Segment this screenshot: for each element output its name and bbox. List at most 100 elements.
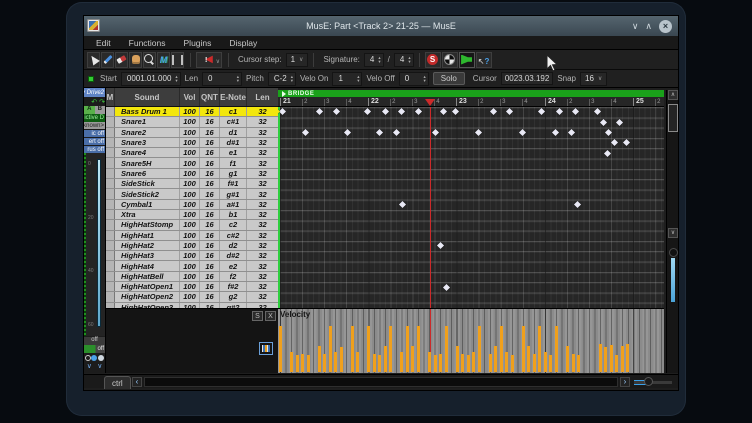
cell-qnt[interactable]: 16: [200, 189, 220, 198]
track-name-button[interactable]: Dry Drive2: [84, 88, 105, 97]
velocity-bar[interactable]: [494, 346, 497, 372]
velocity-bar[interactable]: [290, 352, 293, 372]
cell-vol[interactable]: 100: [180, 148, 200, 157]
drum-note[interactable]: [437, 242, 444, 249]
cell-len[interactable]: 32: [247, 292, 278, 301]
start-field[interactable]: 0001.01.000▴▾: [121, 72, 181, 86]
cell-len[interactable]: 32: [247, 210, 278, 219]
cell-vol[interactable]: 100: [180, 107, 200, 116]
column-mute[interactable]: M: [106, 88, 115, 106]
snap-select[interactable]: 16∨: [580, 72, 607, 86]
send-toggle[interactable]: ic off: [84, 130, 105, 137]
drum-row[interactable]: SideStick210016g#132: [106, 189, 278, 199]
drum-row[interactable]: Snare5H10016f132: [106, 158, 278, 168]
cell-enote[interactable]: d2: [220, 241, 247, 250]
velocity-bar[interactable]: [318, 346, 321, 372]
drum-note[interactable]: [316, 108, 323, 115]
velocity-bar[interactable]: [566, 346, 569, 372]
cell-vol[interactable]: 100: [180, 128, 200, 137]
cell-len[interactable]: 32: [247, 189, 278, 198]
cell-m[interactable]: [106, 272, 115, 281]
cell-enote[interactable]: e1: [220, 148, 247, 157]
velocity-bar[interactable]: [577, 355, 580, 372]
cell-enote[interactable]: f#1: [220, 179, 247, 188]
drum-note[interactable]: [279, 108, 286, 115]
cell-qnt[interactable]: 16: [200, 231, 220, 240]
pan-control[interactable]: off: [84, 345, 105, 353]
vertical-scrollbar[interactable]: ∧ ∨: [666, 90, 678, 373]
cell-qnt[interactable]: 16: [200, 138, 220, 147]
velocity-bar[interactable]: [445, 326, 448, 372]
cell-len[interactable]: 32: [247, 220, 278, 229]
velocity-bar[interactable]: [461, 354, 464, 372]
cell-enote[interactable]: d1: [220, 128, 247, 137]
velocity-bar[interactable]: [604, 347, 607, 372]
cell-enote[interactable]: a#1: [220, 200, 247, 209]
drum-row[interactable]: Snare310016d#132: [106, 138, 278, 148]
drum-row[interactable]: Snare110016c#132: [106, 117, 278, 127]
send-toggle[interactable]: ert off: [84, 138, 105, 145]
cell-qnt[interactable]: 16: [200, 292, 220, 301]
speaker-button[interactable]: [459, 52, 475, 68]
bank-field[interactable]: <unknown>: [84, 122, 105, 129]
rollup-button[interactable]: ∧: [645, 22, 652, 31]
pitch-field[interactable]: C-2▴▾: [268, 72, 296, 86]
cell-sound[interactable]: Xtra: [115, 210, 180, 219]
drum-note[interactable]: [399, 201, 406, 208]
draw-tool-button[interactable]: [157, 52, 170, 68]
velocity-bar[interactable]: [478, 326, 481, 372]
close-icon[interactable]: ×: [659, 20, 672, 33]
drum-note[interactable]: [440, 108, 447, 115]
cell-m[interactable]: [106, 107, 115, 116]
menu-functions[interactable]: Functions: [120, 38, 175, 48]
drum-note[interactable]: [344, 129, 351, 136]
cell-enote[interactable]: c2: [220, 220, 247, 229]
drum-note[interactable]: [376, 129, 383, 136]
cell-qnt[interactable]: 16: [200, 282, 220, 291]
cell-m[interactable]: [106, 148, 115, 157]
velocity-bar[interactable]: [428, 352, 431, 372]
velocity-bar[interactable]: [599, 344, 602, 372]
cell-sound[interactable]: Snare1: [115, 117, 180, 126]
cell-qnt[interactable]: 16: [200, 117, 220, 126]
cell-sound[interactable]: SideStick2: [115, 189, 180, 198]
velocity-bar[interactable]: [456, 346, 459, 372]
cell-qnt[interactable]: 16: [200, 169, 220, 178]
drum-note[interactable]: [398, 108, 405, 115]
menu-display[interactable]: Display: [220, 38, 266, 48]
velocity-bar[interactable]: [489, 354, 492, 372]
velocity-bar[interactable]: [626, 344, 629, 372]
cell-sound[interactable]: Snare4: [115, 148, 180, 157]
cell-sound[interactable]: HighHatOpen2: [115, 292, 180, 301]
drum-note[interactable]: [556, 108, 563, 115]
cell-qnt[interactable]: 16: [200, 261, 220, 270]
cell-qnt[interactable]: 16: [200, 210, 220, 219]
cell-m[interactable]: [106, 169, 115, 178]
record-icon[interactable]: [91, 355, 97, 361]
cell-vol[interactable]: 100: [180, 292, 200, 301]
cell-vol[interactable]: 100: [180, 189, 200, 198]
velocity-bar[interactable]: [367, 326, 370, 372]
cell-sound[interactable]: SideStick: [115, 179, 180, 188]
velocity-bar[interactable]: [610, 345, 613, 372]
velocity-bar[interactable]: [417, 326, 420, 372]
cell-m[interactable]: [106, 292, 115, 301]
drum-note[interactable]: [432, 129, 439, 136]
velo-off-field[interactable]: 0▴▾: [399, 72, 429, 86]
velocity-bar[interactable]: [411, 346, 414, 372]
cell-sound[interactable]: Snare2: [115, 128, 180, 137]
whats-this-button[interactable]: [476, 52, 492, 68]
controller-select-icon[interactable]: [259, 342, 273, 355]
cell-len[interactable]: 32: [247, 179, 278, 188]
cell-m[interactable]: [106, 282, 115, 291]
drum-row[interactable]: Bass Drum 110016c132: [106, 107, 278, 117]
velocity-bar[interactable]: [522, 326, 525, 372]
velocity-bar[interactable]: [378, 355, 381, 372]
scroll-right-icon[interactable]: ›: [620, 377, 630, 387]
cell-sound[interactable]: Bass Drum 1: [115, 107, 180, 116]
cell-len[interactable]: 32: [247, 117, 278, 126]
cell-qnt[interactable]: 16: [200, 107, 220, 116]
hand-tool-button[interactable]: [129, 52, 142, 68]
velocity-bar[interactable]: [384, 346, 387, 372]
velocity-bar[interactable]: [389, 326, 392, 372]
